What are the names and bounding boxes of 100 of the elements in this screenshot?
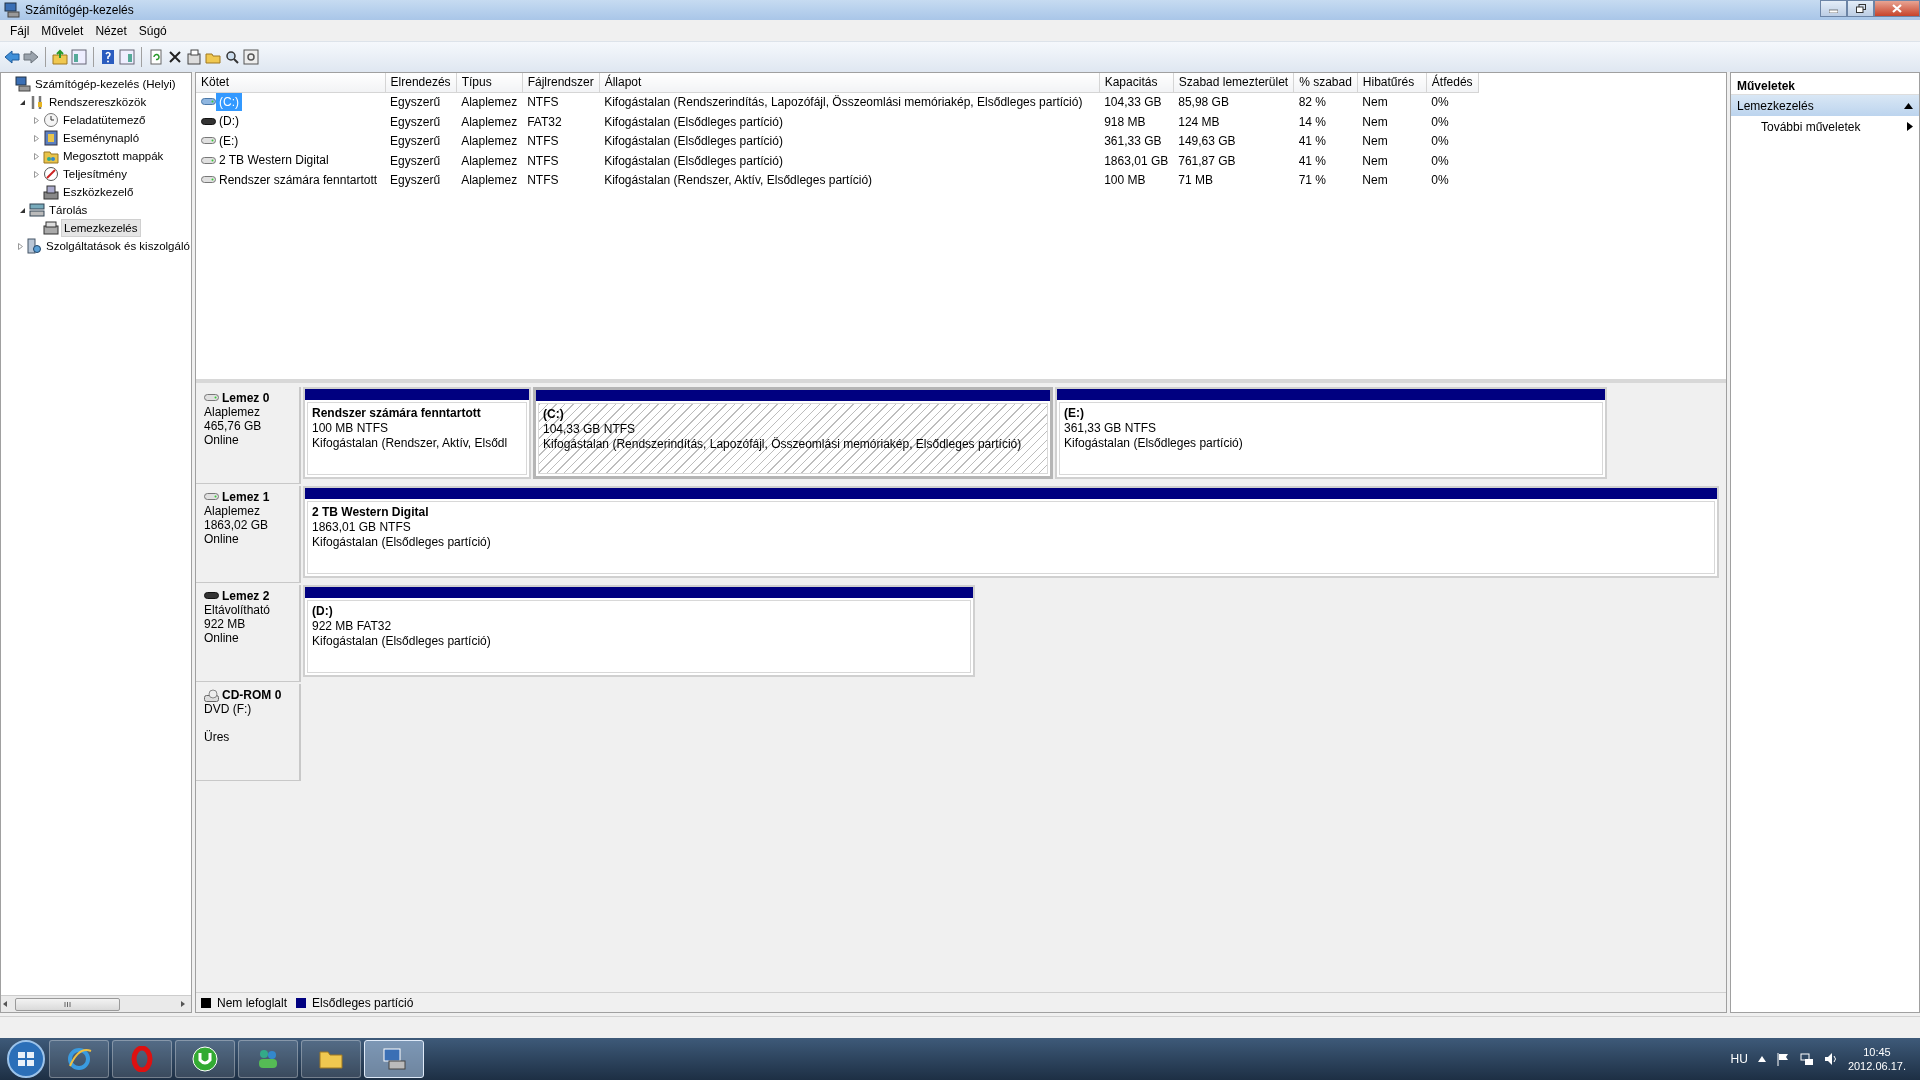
column-header[interactable]: Elrendezés [385,73,457,92]
disk-drive-icon [201,96,216,107]
menu-item[interactable]: Súgó [132,19,173,42]
delete-icon[interactable] [167,49,183,65]
taskbar-app-button[interactable] [364,1040,424,1078]
disk-status: Online [204,433,240,447]
disk-type: Alaplemez [204,405,262,419]
volume-name[interactable]: (D:) [216,112,242,130]
table-cell-text: Alaplemez [460,172,519,190]
column-header[interactable]: Szabad lemezterület [1173,73,1294,92]
partition-size: 1863,01 GB NTFS [312,520,411,535]
partition-size: 361,33 GB NTFS [1064,421,1157,436]
column-header[interactable]: % szabad [1293,73,1358,92]
forward-icon[interactable] [23,49,39,65]
section-title: Lemezkezelés [1737,97,1814,115]
up-folder-icon[interactable] [52,49,68,65]
shared-folder-icon [43,148,59,164]
partition-block[interactable]: 2 TB Western Digital 1863,01 GB NTFS Kifogástalan (Elsődleges partíció) [303,486,1719,578]
table-cell-text: Egyszerű [389,152,442,170]
volume-name[interactable]: Rendszer számára fenntartott [216,170,381,189]
expand-arrow-icon[interactable] [32,134,40,142]
help-icon[interactable] [100,49,116,65]
column-header[interactable]: Típus [456,73,523,92]
tree-item[interactable]: Eszközkezelő [61,184,136,200]
window-title: Számítógép-kezelés [25,2,134,19]
action-item[interactable]: További műveletek [1731,116,1919,137]
collapse-arrow-icon[interactable] [1904,102,1913,109]
scroll-right-icon[interactable] [179,1000,187,1008]
tree-item[interactable]: Lemezkezelés [61,219,141,237]
tree-item[interactable]: Számítógép-kezelés (Helyi) [33,76,178,92]
partition-block[interactable]: (C:) 104,33 GB NTFS Kifogástalan (Rendszerindítás, Lapozófájl, Összeomlási memóriakép, Elsődleges partíció) [533,387,1053,479]
clock-date[interactable]: 2012.06.17. [1847,1059,1906,1073]
start-button[interactable] [6,1039,46,1079]
column-header[interactable]: Állapot [599,73,1100,92]
clock-time[interactable]: 10:45 [1863,1045,1891,1059]
legend-label: Elsődleges partíció [312,994,414,1012]
tree-item[interactable]: Teljesítmény [61,166,129,182]
actions-section-header[interactable]: Lemezkezelés [1731,95,1919,116]
table-cell-text: FAT32 [526,113,563,131]
partition-block[interactable]: (D:) 922 MB FAT32 Kifogástalan (Elsődleges partíció) [303,585,975,677]
disk-name: Lemez 2 [222,589,270,603]
column-header[interactable]: Fájlrendszer [522,73,600,92]
action-label: További műveletek [1761,118,1861,136]
close-icon [1892,4,1902,13]
table-cell-text: NTFS [526,152,560,170]
collapse-arrow-icon[interactable] [18,206,26,214]
network-icon[interactable] [1799,1052,1814,1066]
table-cell-text: NTFS [526,133,560,151]
volume-icon[interactable] [1823,1052,1838,1066]
tree-item[interactable]: Megosztott mappák [61,148,166,164]
show-hidden-icons-icon[interactable] [1757,1056,1766,1062]
column-header[interactable]: Kötet [196,73,386,92]
magnifier-icon[interactable] [224,49,240,65]
close-button[interactable] [1874,0,1920,17]
menu-item[interactable]: Fájl [4,19,36,42]
table-cell: Egyszerű [385,92,457,112]
disk-size: 922 MB [204,617,247,631]
column-header[interactable]: Kapacitás [1099,73,1174,92]
maximize-button[interactable] [1847,0,1874,17]
disk-size: 1863,02 GB [204,518,270,532]
column-header[interactable]: Átfedés [1426,73,1479,92]
horizontal-scrollbar[interactable] [1,995,191,1012]
tree-item[interactable]: Tárolás [47,202,90,218]
globe-icon [66,1046,92,1072]
partition-name: 2 TB Western Digital [312,505,429,520]
printer-icon [43,184,59,200]
column-header[interactable]: Hibatűrés [1357,73,1427,92]
partition-block[interactable]: Rendszer számára fenntartott 100 MB NTFS Kifogástalan (Rendszer, Aktív, Elsődl [303,387,531,479]
back-icon[interactable] [4,49,20,65]
volume-name[interactable]: 2 TB Western Digital [216,151,332,169]
tree-item[interactable]: Szolgáltatások és kiszolgáló [44,238,191,254]
legend-label: Nem lefoglalt [217,994,288,1012]
tree-item[interactable]: Rendszereszközök [47,94,149,110]
expand-arrow-icon[interactable] [32,116,40,124]
collapse-arrow-icon[interactable] [18,98,26,106]
table-cell-text: 761,87 GB [1177,152,1237,170]
table-cell-text: 71 % [1297,172,1327,190]
partition-status: Kifogástalan (Elsődleges partíció) [1064,436,1243,451]
partition-status: Kifogástalan (Elsődleges partíció) [312,634,491,649]
flag-icon[interactable] [1775,1052,1790,1066]
partition-block[interactable]: (E:) 361,33 GB NTFS Kifogástalan (Elsődleges partíció) [1055,387,1607,479]
tree-item[interactable]: Feladatütemező [61,112,148,128]
table-cell-text: 0% [1430,152,1450,170]
table-cell-text: 0% [1430,172,1450,190]
scroll-left-icon[interactable] [1,1000,9,1008]
partition-name: (D:) [312,604,333,619]
menu-item[interactable]: Nézet [89,19,133,42]
expand-arrow-icon[interactable] [32,170,40,178]
computer-icon [381,1046,407,1072]
expand-arrow-icon[interactable] [17,242,24,250]
menu-item[interactable]: Művelet [35,19,90,42]
table-cell-text: 0% [1430,133,1450,151]
log-book-icon [43,130,59,146]
tree-item[interactable]: Eseménynapló [61,130,142,146]
table-cell-text: 0% [1430,113,1450,131]
volume-name[interactable]: (E:) [216,131,242,150]
disk-drive-icon [201,154,216,166]
refresh-icon[interactable] [148,49,164,65]
language-indicator[interactable]: HU [1730,1050,1748,1068]
expand-arrow-icon[interactable] [32,152,40,160]
